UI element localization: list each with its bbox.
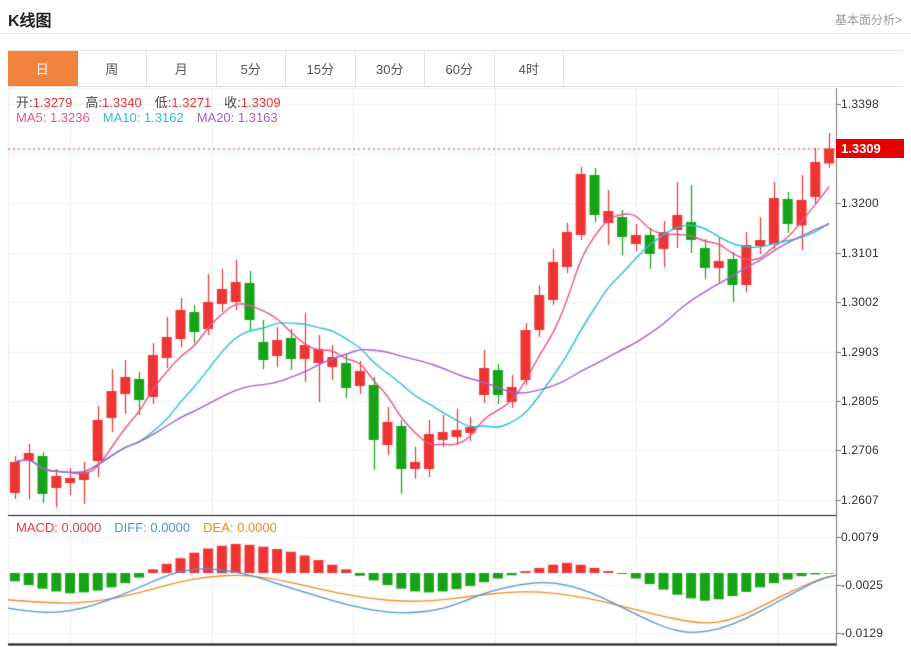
main-y-axis-label: 1.3398 bbox=[841, 97, 879, 111]
main-y-axis-label: 1.3200 bbox=[841, 196, 879, 210]
ma-legend: MA5: 1.3236 MA10: 1.3162 MA20: 1.3163 bbox=[16, 110, 291, 125]
ohlc-legend-item: 低:1.3271 bbox=[155, 95, 211, 110]
macd-legend: MACD: 0.0000 DIFF: 0.0000 DEA: 0.0000 bbox=[16, 520, 290, 535]
kline-widget-page: { "header": {"title": "K线图", "link": "基本… bbox=[0, 0, 911, 647]
tab-4时[interactable]: 4时 bbox=[495, 51, 565, 86]
main-y-axis-label: 1.3101 bbox=[841, 246, 879, 260]
ma-legend-item: MA10: 1.3162 bbox=[103, 110, 184, 125]
macd-y-axis-label: -0.0025 bbox=[841, 578, 883, 592]
tab-5分[interactable]: 5分 bbox=[217, 51, 287, 86]
fundamental-analysis-link[interactable]: 基本面分析> bbox=[835, 11, 902, 28]
macd-legend-item: MACD: 0.0000 bbox=[16, 520, 101, 535]
ohlc-legend: 开:1.3279 高:1.3340 低:1.3271 收:1.3309 bbox=[16, 92, 294, 111]
ohlc-legend-item: 开:1.3279 bbox=[16, 95, 72, 110]
tab-15分[interactable]: 15分 bbox=[286, 51, 356, 86]
main-y-axis-label: 1.2805 bbox=[841, 394, 879, 408]
tab-日[interactable]: 日 bbox=[8, 51, 78, 86]
macd-y-axis-label: 0.0079 bbox=[841, 530, 879, 544]
ohlc-legend-item: 收:1.3309 bbox=[224, 95, 280, 110]
tab-月[interactable]: 月 bbox=[147, 51, 217, 86]
main-y-axis-label: 1.3002 bbox=[841, 295, 879, 309]
ma-legend-item: MA5: 1.3236 bbox=[16, 110, 90, 125]
page-title: K线图 bbox=[8, 7, 52, 31]
macd-y-axis-label: -0.0129 bbox=[841, 626, 883, 640]
tab-60分[interactable]: 60分 bbox=[425, 51, 495, 86]
tab-周[interactable]: 周 bbox=[78, 51, 148, 86]
header-divider bbox=[0, 33, 911, 34]
main-y-axis-label: 1.2706 bbox=[841, 443, 879, 457]
timeframe-tabbar: 日周月5分15分30分60分4时 bbox=[8, 50, 903, 87]
tab-30分[interactable]: 30分 bbox=[356, 51, 426, 86]
ma-legend-item: MA20: 1.3163 bbox=[197, 110, 278, 125]
macd-legend-item: DIFF: 0.0000 bbox=[114, 520, 190, 535]
macd-legend-item: DEA: 0.0000 bbox=[203, 520, 277, 535]
ohlc-legend-item: 高:1.3340 bbox=[85, 95, 141, 110]
main-y-axis-label: 1.2903 bbox=[841, 345, 879, 359]
main-y-axis-label: 1.2607 bbox=[841, 493, 879, 507]
current-price-badge: 1.3309 bbox=[836, 139, 904, 158]
